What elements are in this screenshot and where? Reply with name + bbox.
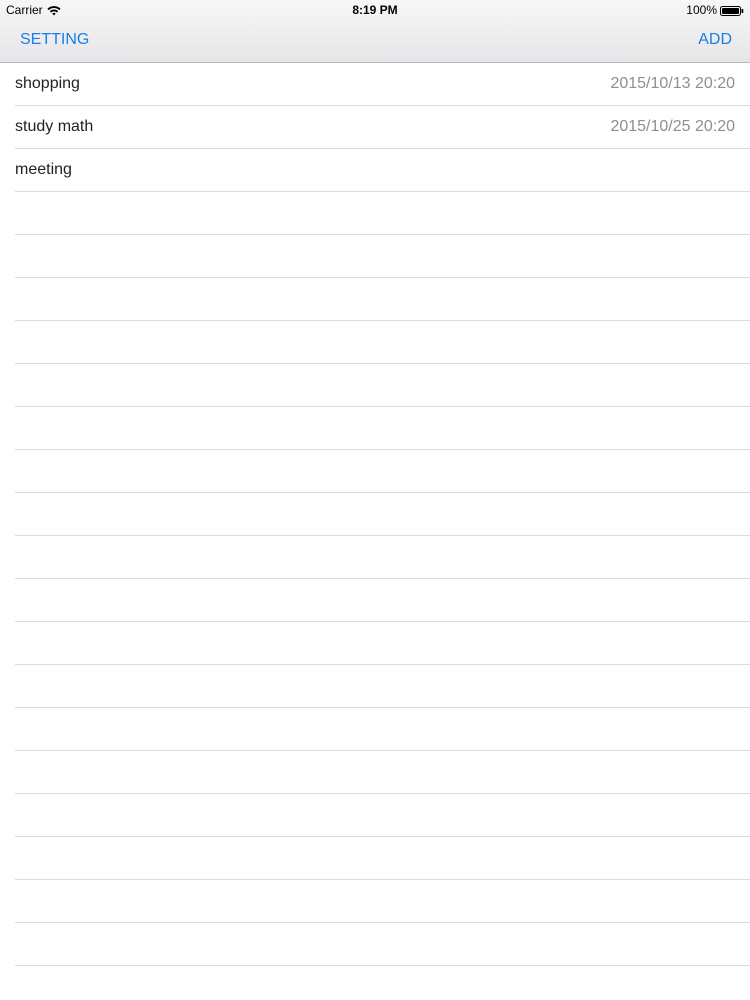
task-row[interactable] <box>0 493 750 536</box>
task-row[interactable] <box>0 278 750 321</box>
task-row[interactable] <box>0 923 750 966</box>
task-row[interactable] <box>0 794 750 837</box>
task-row[interactable]: shopping 2015/10/13 20:20 <box>0 63 750 106</box>
task-title: study math <box>15 118 94 135</box>
task-row[interactable]: study math 2015/10/25 20:20 <box>0 106 750 149</box>
task-row[interactable] <box>0 880 750 923</box>
task-row[interactable] <box>0 665 750 708</box>
battery-icon <box>720 5 744 16</box>
battery-percent: 100% <box>686 3 717 17</box>
task-row[interactable] <box>0 450 750 493</box>
task-title: meeting <box>15 161 72 178</box>
status-bar: Carrier 8:19 PM 100% <box>0 0 750 20</box>
task-date: 2015/10/13 20:20 <box>610 75 735 92</box>
task-row[interactable] <box>0 364 750 407</box>
task-date: 2015/10/25 20:20 <box>610 118 735 135</box>
task-row[interactable] <box>0 708 750 751</box>
task-row[interactable]: meeting <box>0 149 750 192</box>
task-row[interactable] <box>0 192 750 235</box>
task-row[interactable] <box>0 579 750 622</box>
task-row[interactable] <box>0 837 750 880</box>
task-row[interactable] <box>0 622 750 665</box>
setting-button[interactable]: SETTING <box>20 31 89 49</box>
task-row[interactable] <box>0 751 750 794</box>
task-title: shopping <box>15 75 80 92</box>
add-button[interactable]: ADD <box>698 31 732 49</box>
task-list: shopping 2015/10/13 20:20 study math 2015/1… <box>0 63 750 966</box>
task-row[interactable] <box>0 536 750 579</box>
battery-indicator: 100% <box>686 3 744 17</box>
status-time: 8:19 PM <box>352 3 398 17</box>
task-row[interactable] <box>0 235 750 278</box>
task-row[interactable] <box>0 407 750 450</box>
task-row[interactable] <box>0 321 750 364</box>
